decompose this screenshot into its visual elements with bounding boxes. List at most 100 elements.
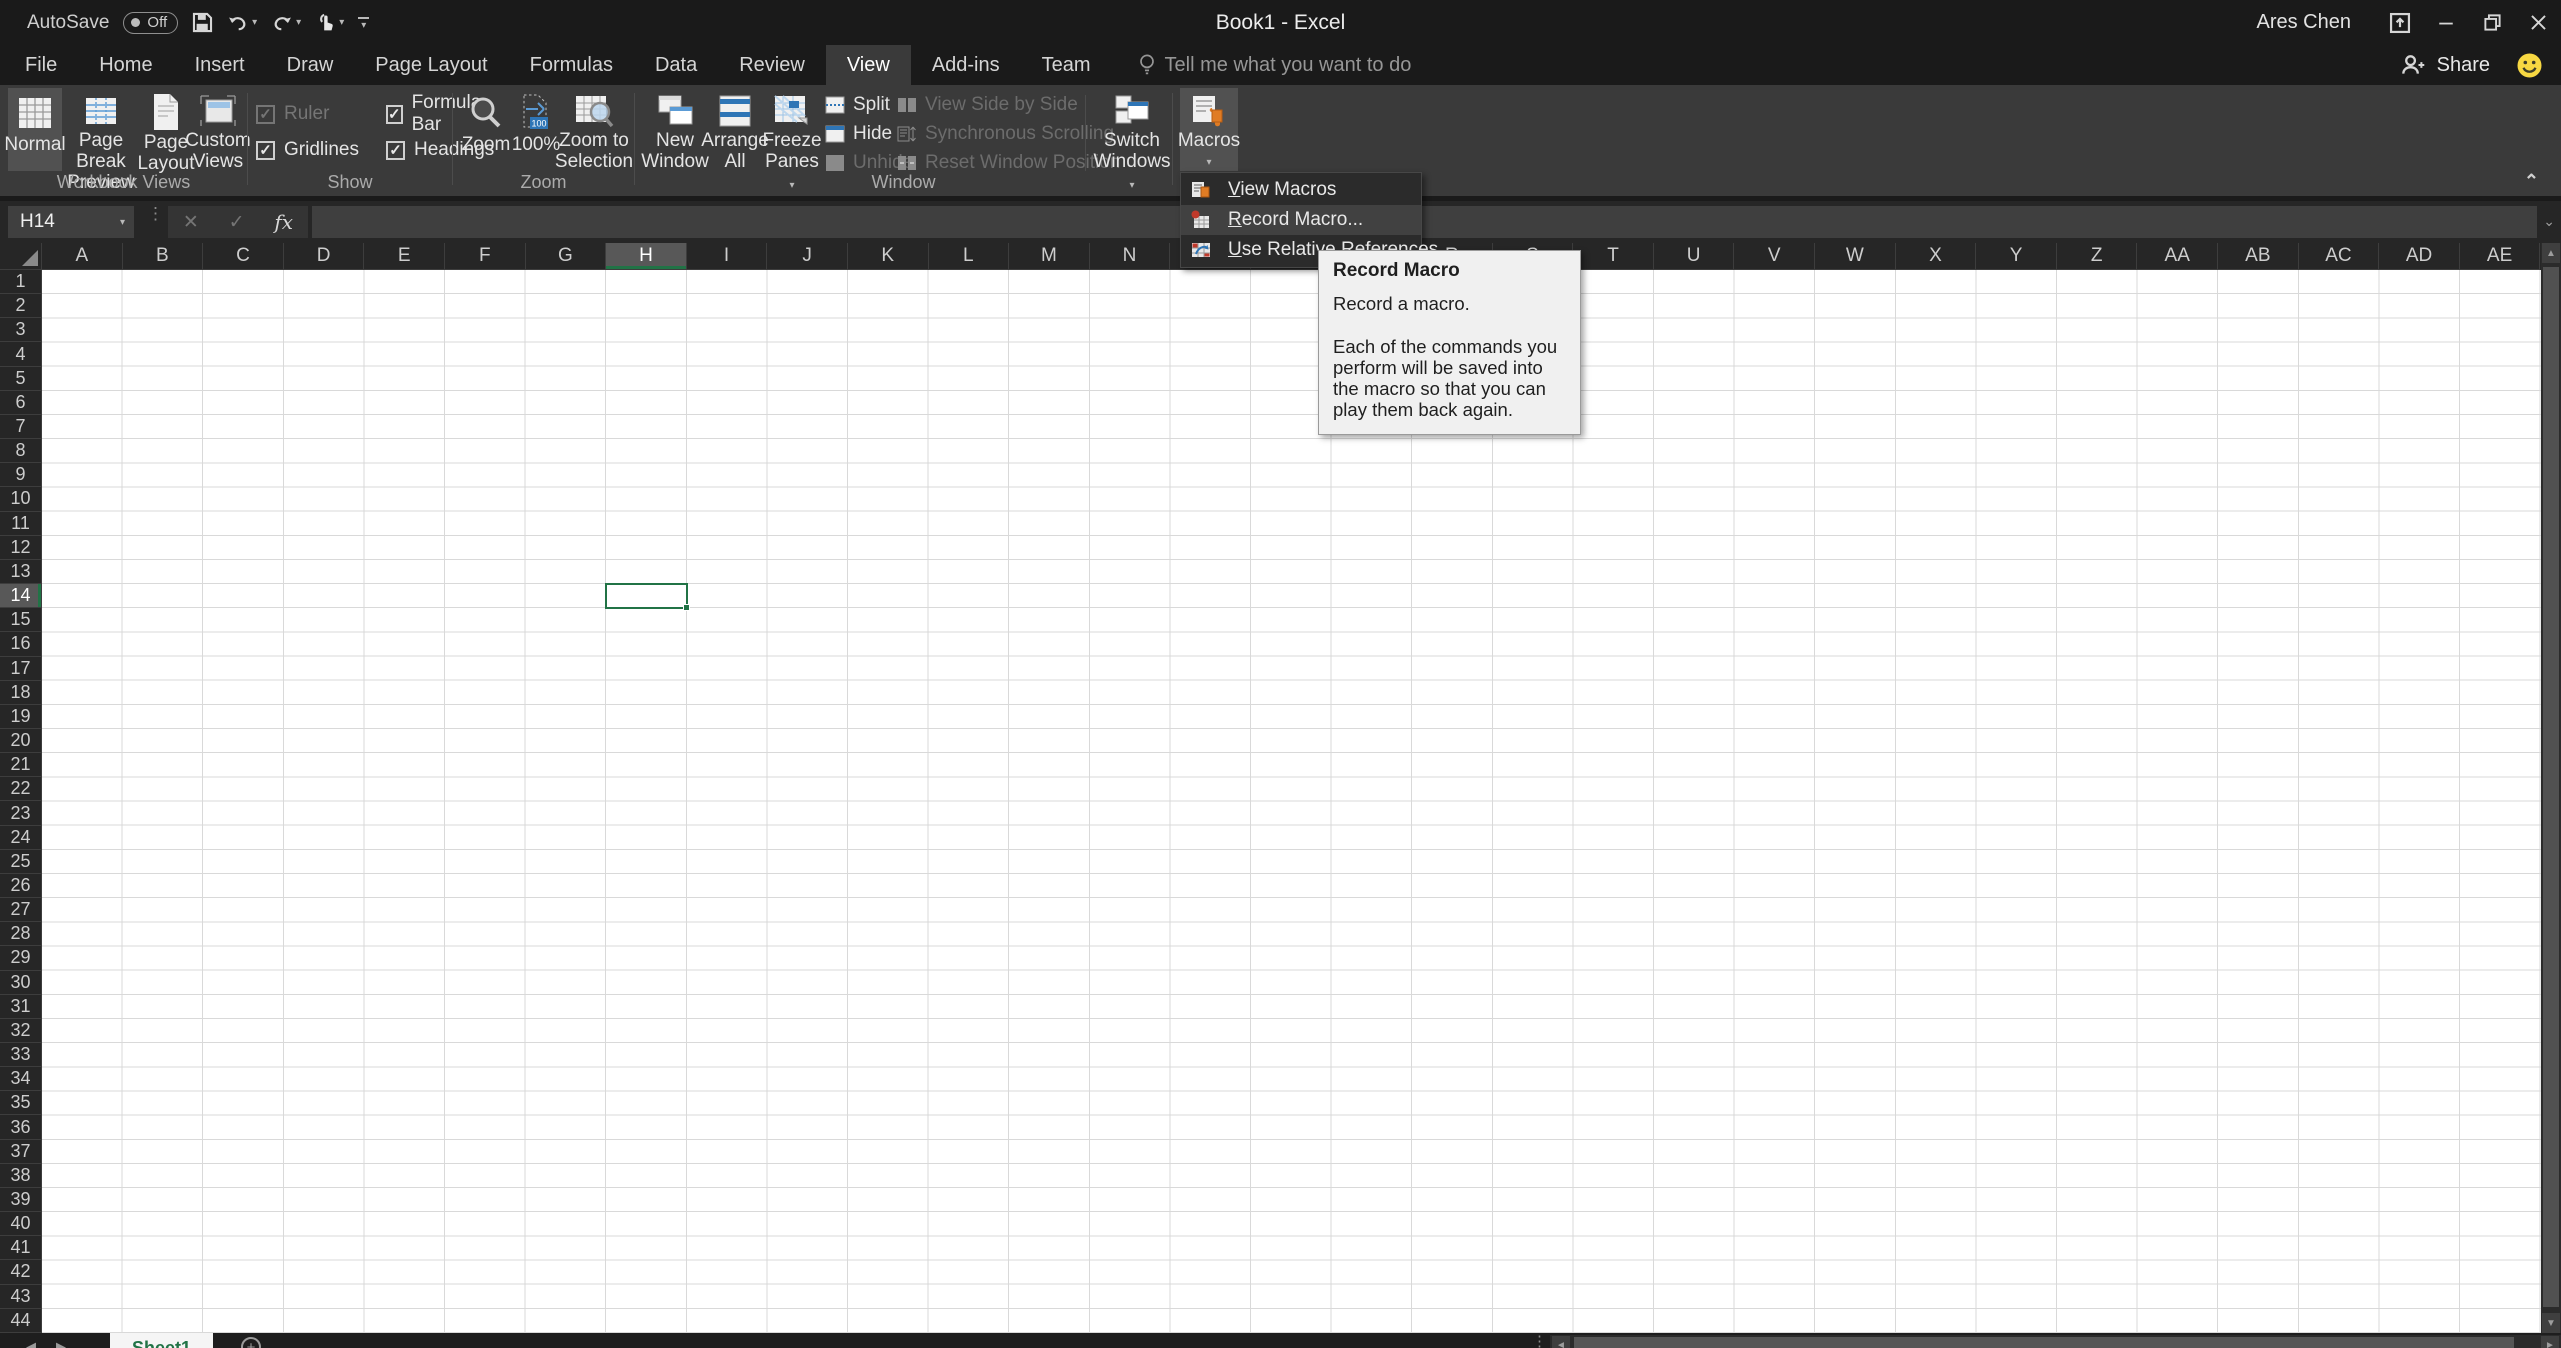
tab-review[interactable]: Review (718, 45, 826, 85)
redo-dropdown-caret[interactable]: ▾ (296, 17, 301, 28)
row-header-5[interactable]: 5 (0, 366, 42, 391)
row-header-26[interactable]: 26 (0, 873, 42, 899)
formula-input[interactable] (312, 206, 2537, 238)
row-header-17[interactable]: 17 (0, 656, 42, 681)
column-header-AA[interactable]: AA (2137, 243, 2219, 270)
column-header-B[interactable]: B (122, 243, 204, 270)
share-button[interactable]: Share (2437, 54, 2490, 77)
page-layout-button[interactable]: Page Layout (137, 88, 195, 174)
autosave-toggle[interactable]: Off (123, 11, 179, 34)
selected-cell-H14[interactable] (605, 583, 690, 612)
new-sheet-button[interactable]: + (241, 1337, 262, 1348)
row-header-40[interactable]: 40 (0, 1212, 42, 1237)
column-header-F[interactable]: F (444, 243, 526, 270)
row-header-15[interactable]: 15 (0, 608, 42, 633)
row-header-38[interactable]: 38 (0, 1163, 42, 1188)
row-header-28[interactable]: 28 (0, 922, 42, 947)
column-header-V[interactable]: V (1734, 243, 1816, 270)
touch-mode-dropdown-caret[interactable]: ▾ (339, 17, 344, 28)
column-header-H[interactable]: H (606, 243, 687, 270)
tab-data[interactable]: Data (634, 45, 718, 85)
tell-me-box[interactable]: Tell me what you want to do (1138, 45, 1411, 85)
row-header-13[interactable]: 13 (0, 559, 42, 585)
row-header-30[interactable]: 30 (0, 970, 42, 995)
redo-button[interactable]: ▾ (271, 12, 301, 34)
zoom-100-button[interactable]: 100 100% (512, 88, 560, 171)
view-side-by-side-button[interactable]: View Side by Side (897, 92, 1120, 117)
column-header-Y[interactable]: Y (1976, 243, 2057, 270)
column-header-W[interactable]: W (1815, 243, 1896, 270)
tab-view[interactable]: View (825, 45, 911, 85)
select-all-corner[interactable] (0, 243, 42, 270)
row-header-3[interactable]: 3 (0, 318, 42, 343)
horizontal-scrollbar[interactable]: ◄ ► (1550, 1335, 2561, 1348)
feedback-smiley-icon[interactable] (2516, 52, 2543, 79)
tab-file[interactable]: File (4, 45, 78, 85)
column-header-C[interactable]: C (203, 243, 284, 270)
tab-insert[interactable]: Insert (174, 45, 266, 85)
zoom-button[interactable]: Zoom (461, 88, 511, 171)
menu-item-view-macros[interactable]: View Macros (1181, 175, 1421, 205)
confirm-entry-button[interactable]: ✓ (229, 211, 245, 234)
row-header-8[interactable]: 8 (0, 439, 42, 464)
row-header-37[interactable]: 37 (0, 1139, 42, 1164)
scroll-right-arrow[interactable]: ► (2541, 1336, 2559, 1348)
touch-mouse-mode-button[interactable]: ▾ (315, 12, 344, 33)
row-header-29[interactable]: 29 (0, 946, 42, 971)
column-header-I[interactable]: I (686, 243, 768, 270)
row-header-9[interactable]: 9 (0, 463, 42, 488)
column-header-A[interactable]: A (42, 243, 123, 270)
sheet-tab-sheet1[interactable]: Sheet1 (110, 1333, 214, 1348)
fill-handle[interactable] (682, 604, 690, 612)
row-header-1[interactable]: 1 (0, 270, 42, 295)
name-box-dropdown-caret[interactable]: ▾ (120, 217, 125, 228)
normal-view-button[interactable]: Normal (4, 88, 66, 171)
column-header-U[interactable]: U (1653, 243, 1735, 270)
zoom-to-selection-button[interactable]: Zoom to Selection (555, 88, 633, 172)
undo-dropdown-caret[interactable]: ▾ (252, 17, 257, 28)
row-header-36[interactable]: 36 (0, 1115, 42, 1140)
row-header-42[interactable]: 42 (0, 1260, 42, 1285)
tab-add-ins[interactable]: Add-ins (911, 45, 1021, 85)
synchronous-scrolling-button[interactable]: Synchronous Scrolling (897, 121, 1120, 146)
column-header-AD[interactable]: AD (2379, 243, 2460, 270)
scroll-down-arrow[interactable]: ▼ (2542, 1313, 2560, 1333)
customize-qat-button[interactable]: ▾ (358, 16, 370, 30)
insert-function-button[interactable]: fx (274, 210, 293, 234)
vertical-scrollbar-thumb[interactable] (2543, 267, 2559, 1307)
column-header-K[interactable]: K (847, 243, 929, 270)
row-header-21[interactable]: 21 (0, 753, 42, 778)
save-button[interactable] (192, 12, 213, 33)
column-header-AC[interactable]: AC (2298, 243, 2380, 270)
page-break-preview-button[interactable]: Page Break Preview (64, 88, 138, 193)
tab-formulas[interactable]: Formulas (509, 45, 634, 85)
row-header-12[interactable]: 12 (0, 535, 42, 560)
formula-bar-splitter[interactable]: ⋮ (147, 205, 164, 222)
row-header-23[interactable]: 23 (0, 801, 42, 826)
row-header-35[interactable]: 35 (0, 1091, 42, 1116)
tab-bar-splitter[interactable]: ⋮ (1532, 1334, 1547, 1348)
row-header-16[interactable]: 16 (0, 632, 42, 657)
row-header-6[interactable]: 6 (0, 390, 42, 415)
expand-formula-bar-chevron[interactable]: ⌄ (2543, 213, 2555, 230)
vertical-scrollbar[interactable]: ▲ ▼ (2541, 243, 2561, 1333)
macros-button[interactable]: Macros ▾ (1178, 88, 1240, 171)
column-header-AB[interactable]: AB (2218, 243, 2299, 270)
row-header-22[interactable]: 22 (0, 777, 42, 802)
menu-item-record-macro[interactable]: Record Macro... (1181, 205, 1421, 235)
column-header-AE[interactable]: AE (2459, 243, 2541, 270)
tab-team[interactable]: Team (1021, 45, 1112, 85)
cells-grid[interactable] (42, 270, 2541, 1333)
restore-button[interactable] (2469, 0, 2515, 45)
row-header-24[interactable]: 24 (0, 825, 42, 850)
prev-sheet-arrow[interactable]: ◀ (26, 1339, 36, 1348)
name-box[interactable]: H14 ▾ (8, 206, 134, 238)
row-header-34[interactable]: 34 (0, 1067, 42, 1092)
column-header-D[interactable]: D (283, 243, 365, 270)
cancel-entry-button[interactable]: ✕ (183, 211, 199, 234)
row-header-44[interactable]: 44 (0, 1308, 42, 1333)
horizontal-scrollbar-thumb[interactable] (1574, 1337, 2514, 1348)
minimize-button[interactable] (2423, 0, 2469, 45)
row-header-4[interactable]: 4 (0, 342, 42, 367)
row-header-33[interactable]: 33 (0, 1043, 42, 1068)
